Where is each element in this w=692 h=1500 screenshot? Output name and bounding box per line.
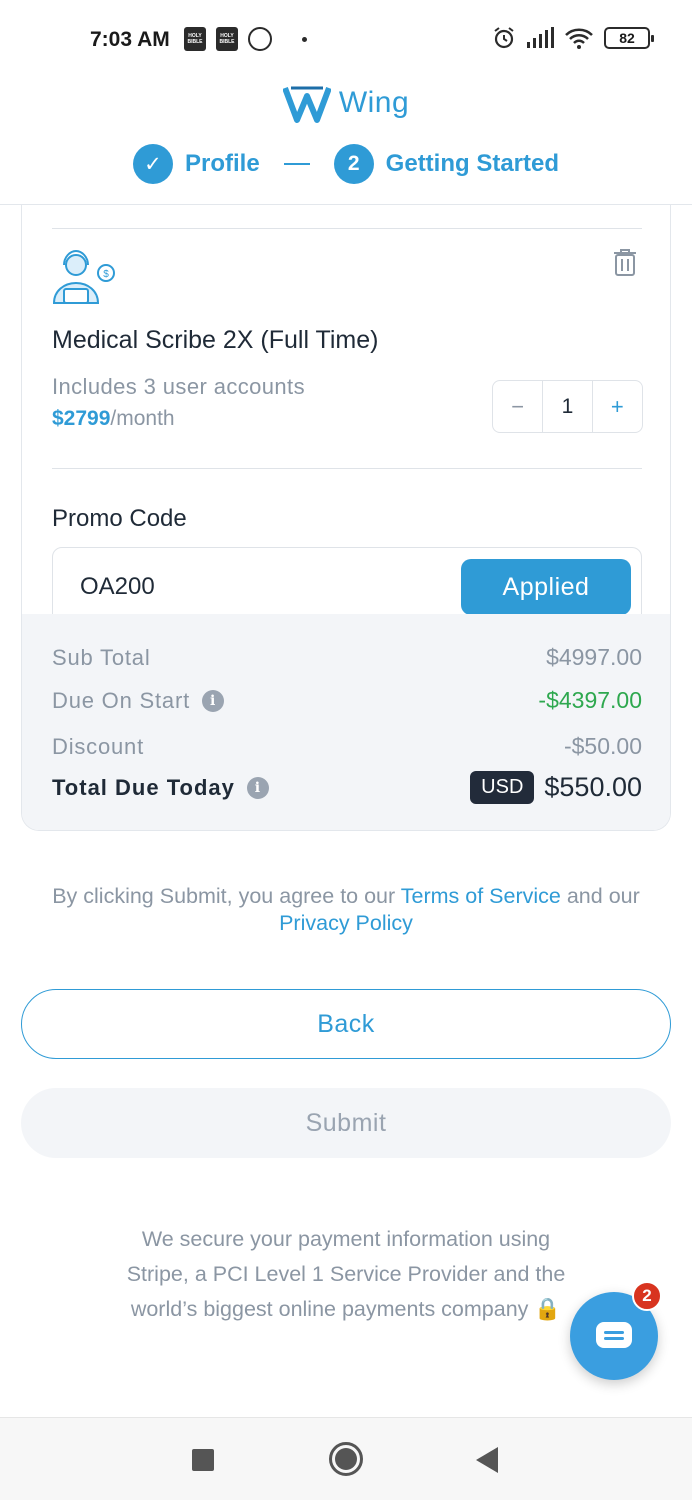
currency-badge: USD — [470, 771, 535, 804]
bible-app-icon-2: HOLY BIBLE — [216, 27, 238, 51]
trash-icon[interactable] — [612, 247, 638, 277]
due-on-start-value: -$4397.00 — [538, 687, 642, 713]
info-icon[interactable]: i — [246, 776, 269, 799]
step-separator — [283, 163, 310, 165]
chat-icon — [596, 1322, 632, 1348]
discount-row: Discount -$50.00 — [52, 733, 642, 760]
brand-name: Wing — [338, 86, 410, 119]
subtotal-row: Sub Total $4997.00 — [52, 644, 642, 671]
back-nav-icon[interactable] — [476, 1447, 498, 1473]
info-icon[interactable]: i — [202, 689, 224, 712]
subtotal-label: Sub Total — [52, 644, 151, 670]
promo-applied-button[interactable]: Applied — [461, 559, 631, 615]
notification-icons: HOLY BIBLE HOLY BIBLE — [184, 27, 307, 51]
bible-app-icon: HOLY BIBLE — [184, 27, 206, 51]
price-suffix: /month — [110, 407, 175, 430]
divider — [52, 228, 642, 229]
terms-prefix: By clicking Submit, you agree to our — [52, 884, 401, 908]
svg-text:$: $ — [103, 269, 109, 280]
step-2-label: Getting Started — [385, 150, 560, 177]
discount-label: Discount — [52, 733, 144, 759]
home-icon[interactable] — [329, 1442, 363, 1476]
discount-value: -$50.00 — [563, 733, 642, 759]
quantity-stepper: − 1 + — [492, 380, 643, 433]
home-icon-inner — [335, 1448, 357, 1470]
wifi-icon — [565, 28, 593, 49]
system-navigation-bar — [0, 1417, 692, 1500]
brand-logo: Wing — [0, 82, 692, 124]
promo-code-label: Promo Code — [52, 505, 187, 532]
price-amount: $2799 — [52, 407, 111, 430]
back-button[interactable]: Back — [21, 989, 671, 1059]
terms-of-service-link[interactable]: Terms of Service — [401, 884, 561, 908]
due-on-start-label: Due On Start i — [52, 688, 224, 714]
step-1-check-icon: ✓ — [132, 144, 173, 184]
privacy-policy-link[interactable]: Privacy Policy — [279, 911, 413, 935]
due-on-start-row: Due On Start i -$4397.00 — [52, 687, 642, 714]
subtotal-value: $4997.00 — [546, 644, 642, 670]
support-agent-icon: $ — [52, 249, 115, 304]
price-summary: Sub Total $4997.00 Due On Start i -$4397.… — [22, 614, 670, 830]
status-time: 7:03 AM — [90, 28, 170, 51]
alarm-icon — [494, 27, 514, 49]
promo-code-input[interactable]: OA200 — [80, 573, 155, 601]
security-note-line: Stripe, a PCI Level 1 Service Provider a… — [126, 1262, 566, 1286]
total-value: $550.00 — [544, 772, 642, 802]
step-2-number: 2 — [333, 144, 374, 184]
progress-stepper: ✓ Profile 2 Getting Started — [0, 144, 692, 184]
total-amount: USD $550.00 — [470, 771, 642, 804]
product-description: Includes 3 user accounts — [52, 374, 305, 399]
total-row: Total Due Today i USD $550.00 — [52, 771, 642, 804]
status-bar: 7:03 AM HOLY BIBLE HOLY BIBLE 82 — [0, 0, 692, 80]
product-name: Medical Scribe 2X (Full Time) — [52, 326, 379, 354]
more-notifications-dot-icon — [302, 36, 307, 42]
whatsapp-icon — [248, 27, 272, 51]
terms-notice: By clicking Submit, you agree to our Ter… — [0, 883, 692, 937]
recent-apps-icon[interactable] — [192, 1449, 214, 1471]
submit-button[interactable]: Submit — [21, 1088, 671, 1158]
chat-unread-badge: 2 — [632, 1281, 662, 1311]
system-icons: 82 — [492, 26, 654, 50]
product-price: $2799/month — [52, 407, 175, 431]
security-note-line: We secure your payment information using — [141, 1227, 551, 1251]
order-summary-card: $ Medical Scribe 2X (Full Time) Includes… — [21, 205, 671, 831]
divider — [52, 468, 642, 469]
wing-logo-icon — [282, 86, 331, 123]
total-label-text: Total Due Today — [52, 774, 235, 800]
total-label: Total Due Today i — [52, 775, 269, 801]
increase-quantity-button[interactable]: + — [593, 381, 642, 432]
terms-middle: and our — [560, 884, 640, 908]
decrease-quantity-button[interactable]: − — [493, 381, 542, 432]
signal-icon — [527, 27, 554, 48]
quantity-value: 1 — [542, 381, 593, 432]
battery-icon: 82 — [604, 27, 654, 49]
due-on-start-text: Due On Start — [52, 687, 190, 713]
step-1-label[interactable]: Profile — [185, 150, 260, 178]
